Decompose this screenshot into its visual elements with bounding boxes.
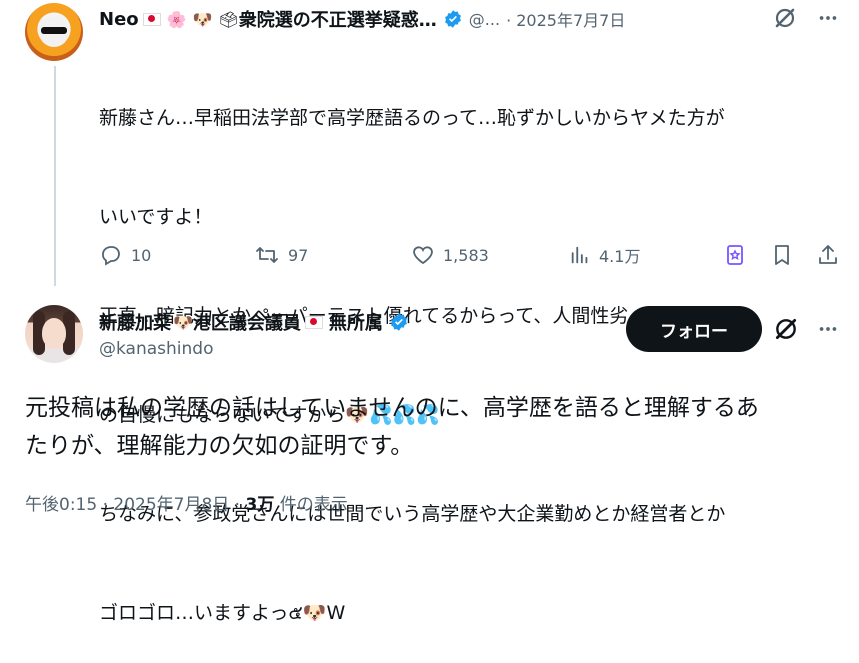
blossom-emoji: 🌸 (166, 9, 187, 29)
verified-badge-icon (444, 10, 461, 28)
tweet1-author-name-suffix[interactable]: 衆院選の不正選挙疑惑… (239, 6, 437, 32)
thread-connector-line (54, 66, 56, 286)
tweet2-metadata: 午後0:15 · 2025年7月8日 · 3万 件の表示 (25, 490, 348, 515)
tweet2-handle[interactable]: @kanashindo (99, 339, 213, 359)
tweet2-views-label: 件の表示 (274, 495, 348, 515)
tweet1-header: Neo 🌸 🐶 🗳 衆院選の不正選挙疑惑… @... · 2025年7月7日 (99, 4, 625, 34)
share-icon (819, 245, 837, 264)
share-button[interactable] (816, 243, 840, 267)
japan-flag-icon (304, 315, 323, 329)
like-count: 1,583 (443, 245, 489, 265)
tweet2-views-count: 3万 (245, 495, 275, 515)
more-icon[interactable] (817, 7, 839, 29)
tweet1-line: ゴロゴロ…いますよっ๕🐶W (99, 602, 346, 624)
grok-icon[interactable] (773, 6, 797, 30)
like-icon (413, 246, 433, 265)
views-icon (571, 246, 588, 264)
tweet1-author-name[interactable]: Neo (99, 9, 139, 30)
tweet2-author-affiliation[interactable]: 無所属 (329, 309, 383, 335)
tweet2-header: 新藤加菜 🐶 港区議会議員 無所属 (99, 308, 409, 336)
grok-save-icon (727, 245, 743, 265)
tweet1-handle[interactable]: @... (469, 10, 500, 29)
dog-emoji: 🐶 (192, 9, 213, 29)
tweet2-author-name[interactable]: 新藤加菜 (99, 309, 171, 335)
avatar-neo[interactable] (25, 3, 83, 61)
tweet2-author-title[interactable]: 港区議会議員 (193, 309, 301, 335)
ballot-emoji: 🗳 (218, 9, 239, 29)
tweet2-timestamp[interactable]: 午後0:15 · 2025年7月8日 · (25, 495, 246, 515)
japan-flag-icon (142, 12, 161, 26)
dog-emoji: 🐶 (173, 312, 193, 332)
reply-icon (102, 246, 120, 266)
tweet1-top-actions (773, 6, 839, 30)
views-count: 4.1万 (599, 247, 641, 266)
retweet-count: 97 (288, 245, 309, 265)
retweet-icon (256, 247, 278, 263)
bookmark-button[interactable] (771, 243, 793, 267)
tweet1-line: 新藤さん…早稲田法学部で高学歴語るのって…恥ずかしいからヤメた方が (99, 107, 725, 129)
tweet1-date[interactable]: · 2025年7月7日 (506, 7, 625, 31)
tweet2-line: たりが、理解能力の欠如の証明です。 (25, 433, 414, 459)
follow-button[interactable]: フォロー (626, 306, 762, 352)
retweet-button[interactable]: 97 (254, 243, 308, 267)
tweet1-line: いいですよ！ (99, 206, 213, 228)
tweet1-action-bar: 10 97 1,583 4.1万 (99, 240, 839, 270)
tweet2-text: 元投稿は私の学歴の話はしていませんのに、高学歴を語ると理解するあ たりが、理解能… (25, 389, 845, 465)
tweet2-line: 元投稿は私の学歴の話はしていませんのに、高学歴を語ると理解するあ (25, 395, 759, 421)
verified-badge-icon (391, 313, 407, 331)
avatar-kanashindo[interactable] (25, 305, 83, 363)
bookmark-icon (775, 245, 789, 265)
more-icon[interactable] (817, 318, 839, 340)
grok-save-button[interactable] (723, 243, 747, 267)
views-button[interactable]: 4.1万 (569, 243, 640, 267)
reply-button[interactable]: 10 (99, 243, 151, 267)
like-button[interactable]: 1,583 (411, 243, 489, 267)
grok-icon[interactable] (773, 316, 799, 342)
reply-count: 10 (131, 245, 152, 265)
